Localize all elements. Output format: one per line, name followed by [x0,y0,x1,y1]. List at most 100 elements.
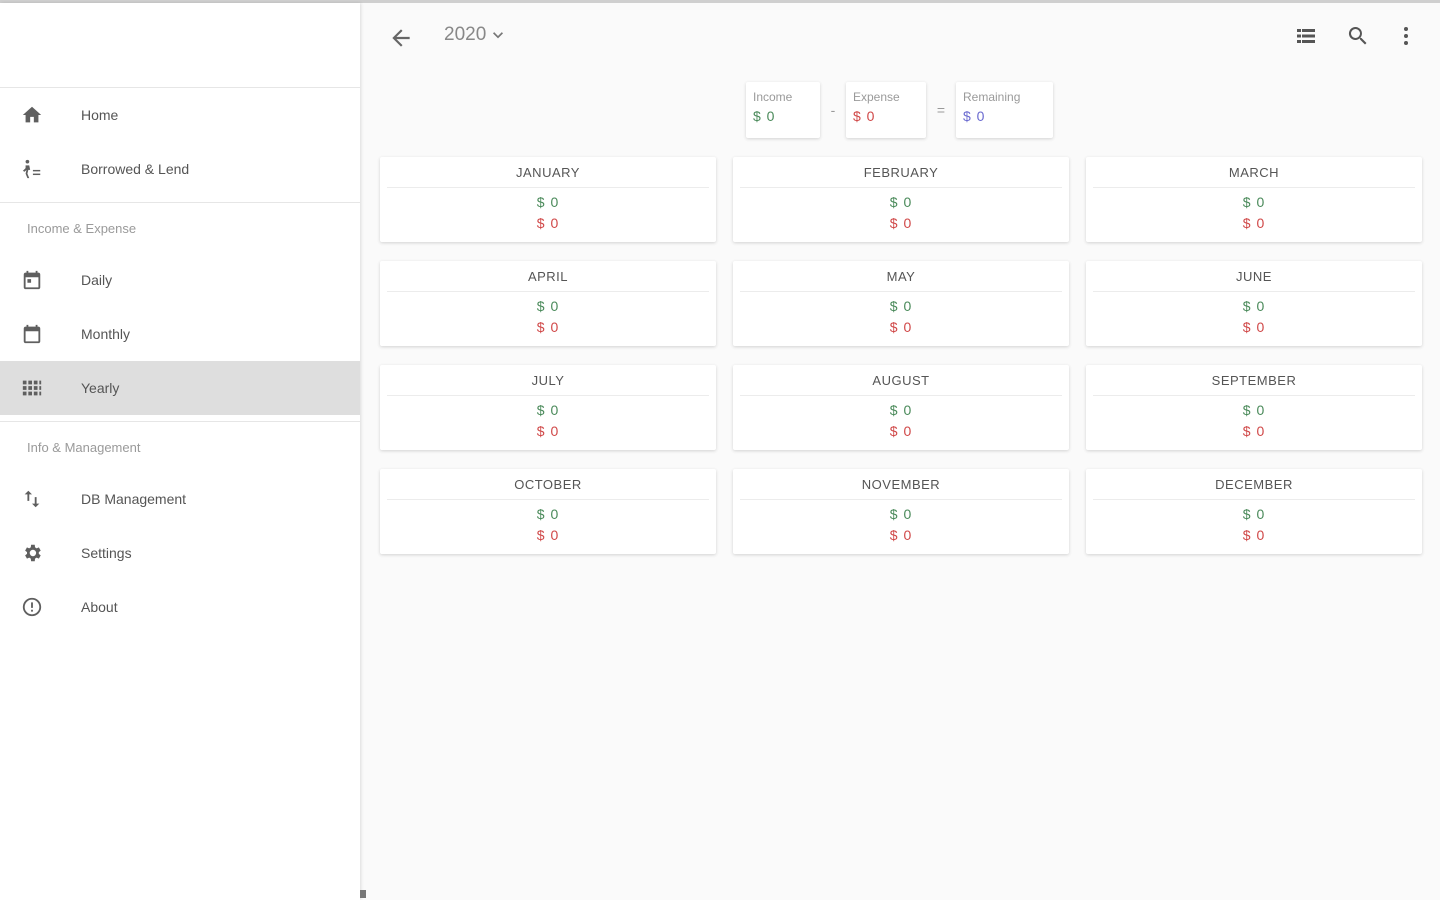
month-card-may[interactable]: MAY $ 0 $ 0 [733,261,1069,346]
drawer-resize-handle[interactable] [360,890,366,898]
sidebar-item-label: DB Management [81,491,187,507]
minus-operator: - [830,102,836,118]
month-name: JULY [387,365,709,396]
sidebar-item-home[interactable]: Home [0,88,360,142]
month-income-value: $ 0 [1242,402,1266,418]
month-expense-value: $ 0 [536,423,560,439]
expense-summary-card: Expense $ 0 [846,82,926,138]
section-title-income-expense: Income & Expense [27,220,137,236]
month-income-value: $ 0 [889,298,913,314]
equals-operator: = [936,102,946,118]
month-card-april[interactable]: APRIL $ 0 $ 0 [380,261,716,346]
month-name: SEPTEMBER [1093,365,1415,396]
month-income-value: $ 0 [536,402,560,418]
grid-icon [20,376,44,400]
remaining-summary-card: Remaining $ 0 [956,82,1053,138]
month-card-february[interactable]: FEBRUARY $ 0 $ 0 [733,157,1069,242]
month-expense-value: $ 0 [536,215,560,231]
month-expense-value: $ 0 [889,215,913,231]
month-name: APRIL [387,261,709,292]
month-card-december[interactable]: DECEMBER $ 0 $ 0 [1086,469,1422,554]
sidebar-item-label: About [81,599,118,615]
sidebar-item-about[interactable]: About [0,580,360,634]
month-income-value: $ 0 [889,194,913,210]
sidebar-item-daily[interactable]: Daily [0,253,360,307]
month-name: AUGUST [740,365,1062,396]
more-options-button[interactable] [1394,24,1420,50]
list-view-button[interactable] [1294,24,1320,50]
home-icon [20,103,44,127]
sidebar-item-settings[interactable]: Settings [0,526,360,580]
months-grid: JANUARY $ 0 $ 0 FEBRUARY $ 0 $ 0 MARCH $ 0 $ 0 AP… [380,157,1422,554]
month-name: DECEMBER [1093,469,1415,500]
year-dropdown[interactable]: 2020 [444,24,508,46]
remaining-value: $ 0 [963,108,986,124]
month-name: OCTOBER [387,469,709,500]
navigation-drawer: Home Borrowed & Lend Income & Expense Da… [0,3,360,900]
yearly-summary: Income $ 0 - Expense $ 0 = Remaining $ 0 [746,82,1053,138]
month-income-value: $ 0 [1242,298,1266,314]
calendar-day-icon [20,268,44,292]
sidebar-item-label: Settings [81,545,132,561]
back-button[interactable] [388,25,414,51]
month-card-september[interactable]: SEPTEMBER $ 0 $ 0 [1086,365,1422,450]
month-expense-value: $ 0 [889,423,913,439]
income-label: Income [753,90,793,104]
more-vert-icon [1404,27,1408,45]
month-card-january[interactable]: JANUARY $ 0 $ 0 [380,157,716,242]
month-income-value: $ 0 [1242,194,1266,210]
swap-vertical-icon [20,487,44,511]
month-expense-value: $ 0 [536,319,560,335]
search-button[interactable] [1346,24,1372,50]
gear-icon [20,541,44,565]
month-expense-value: $ 0 [1242,215,1266,231]
month-income-value: $ 0 [889,506,913,522]
sidebar-item-yearly[interactable]: Yearly [0,361,360,415]
arrow-back-icon [392,29,410,47]
month-expense-value: $ 0 [1242,319,1266,335]
month-expense-value: $ 0 [1242,527,1266,543]
month-name: MARCH [1093,157,1415,188]
month-card-august[interactable]: AUGUST $ 0 $ 0 [733,365,1069,450]
sidebar-item-db-management[interactable]: DB Management [0,472,360,526]
app-bar: 2020 [360,3,1440,71]
income-value: $ 0 [753,108,776,124]
section-title-info-management: Info & Management [27,439,141,455]
sidebar-item-monthly[interactable]: Monthly [0,307,360,361]
month-expense-value: $ 0 [1242,423,1266,439]
month-income-value: $ 0 [536,506,560,522]
month-expense-value: $ 0 [889,527,913,543]
list-view-icon [1297,29,1315,43]
month-income-value: $ 0 [536,298,560,314]
drawer-header [0,3,360,88]
chevron-down-icon [493,32,504,39]
month-name: MAY [740,261,1062,292]
sidebar-item-label: Home [81,107,119,123]
month-name: JUNE [1093,261,1415,292]
income-summary-card: Income $ 0 [746,82,820,138]
month-card-november[interactable]: NOVEMBER $ 0 $ 0 [733,469,1069,554]
month-name: NOVEMBER [740,469,1062,500]
month-income-value: $ 0 [536,194,560,210]
month-name: FEBRUARY [740,157,1062,188]
sidebar-item-label: Monthly [81,326,131,342]
calendar-month-icon [20,322,44,346]
month-name: JANUARY [387,157,709,188]
month-expense-value: $ 0 [536,527,560,543]
month-income-value: $ 0 [889,402,913,418]
expense-value: $ 0 [853,108,876,124]
month-card-march[interactable]: MARCH $ 0 $ 0 [1086,157,1422,242]
month-expense-value: $ 0 [889,319,913,335]
sidebar-item-label: Borrowed & Lend [81,161,190,177]
month-card-october[interactable]: OCTOBER $ 0 $ 0 [380,469,716,554]
remaining-label: Remaining [963,90,1021,104]
month-income-value: $ 0 [1242,506,1266,522]
info-icon [20,595,44,619]
month-card-july[interactable]: JULY $ 0 $ 0 [380,365,716,450]
sidebar-item-label: Daily [81,272,113,288]
month-card-june[interactable]: JUNE $ 0 $ 0 [1086,261,1422,346]
person-list-icon [20,157,44,181]
year-value: 2020 [444,24,487,45]
sidebar-item-borrowed-lend[interactable]: Borrowed & Lend [0,142,360,196]
expense-label: Expense [853,90,900,104]
